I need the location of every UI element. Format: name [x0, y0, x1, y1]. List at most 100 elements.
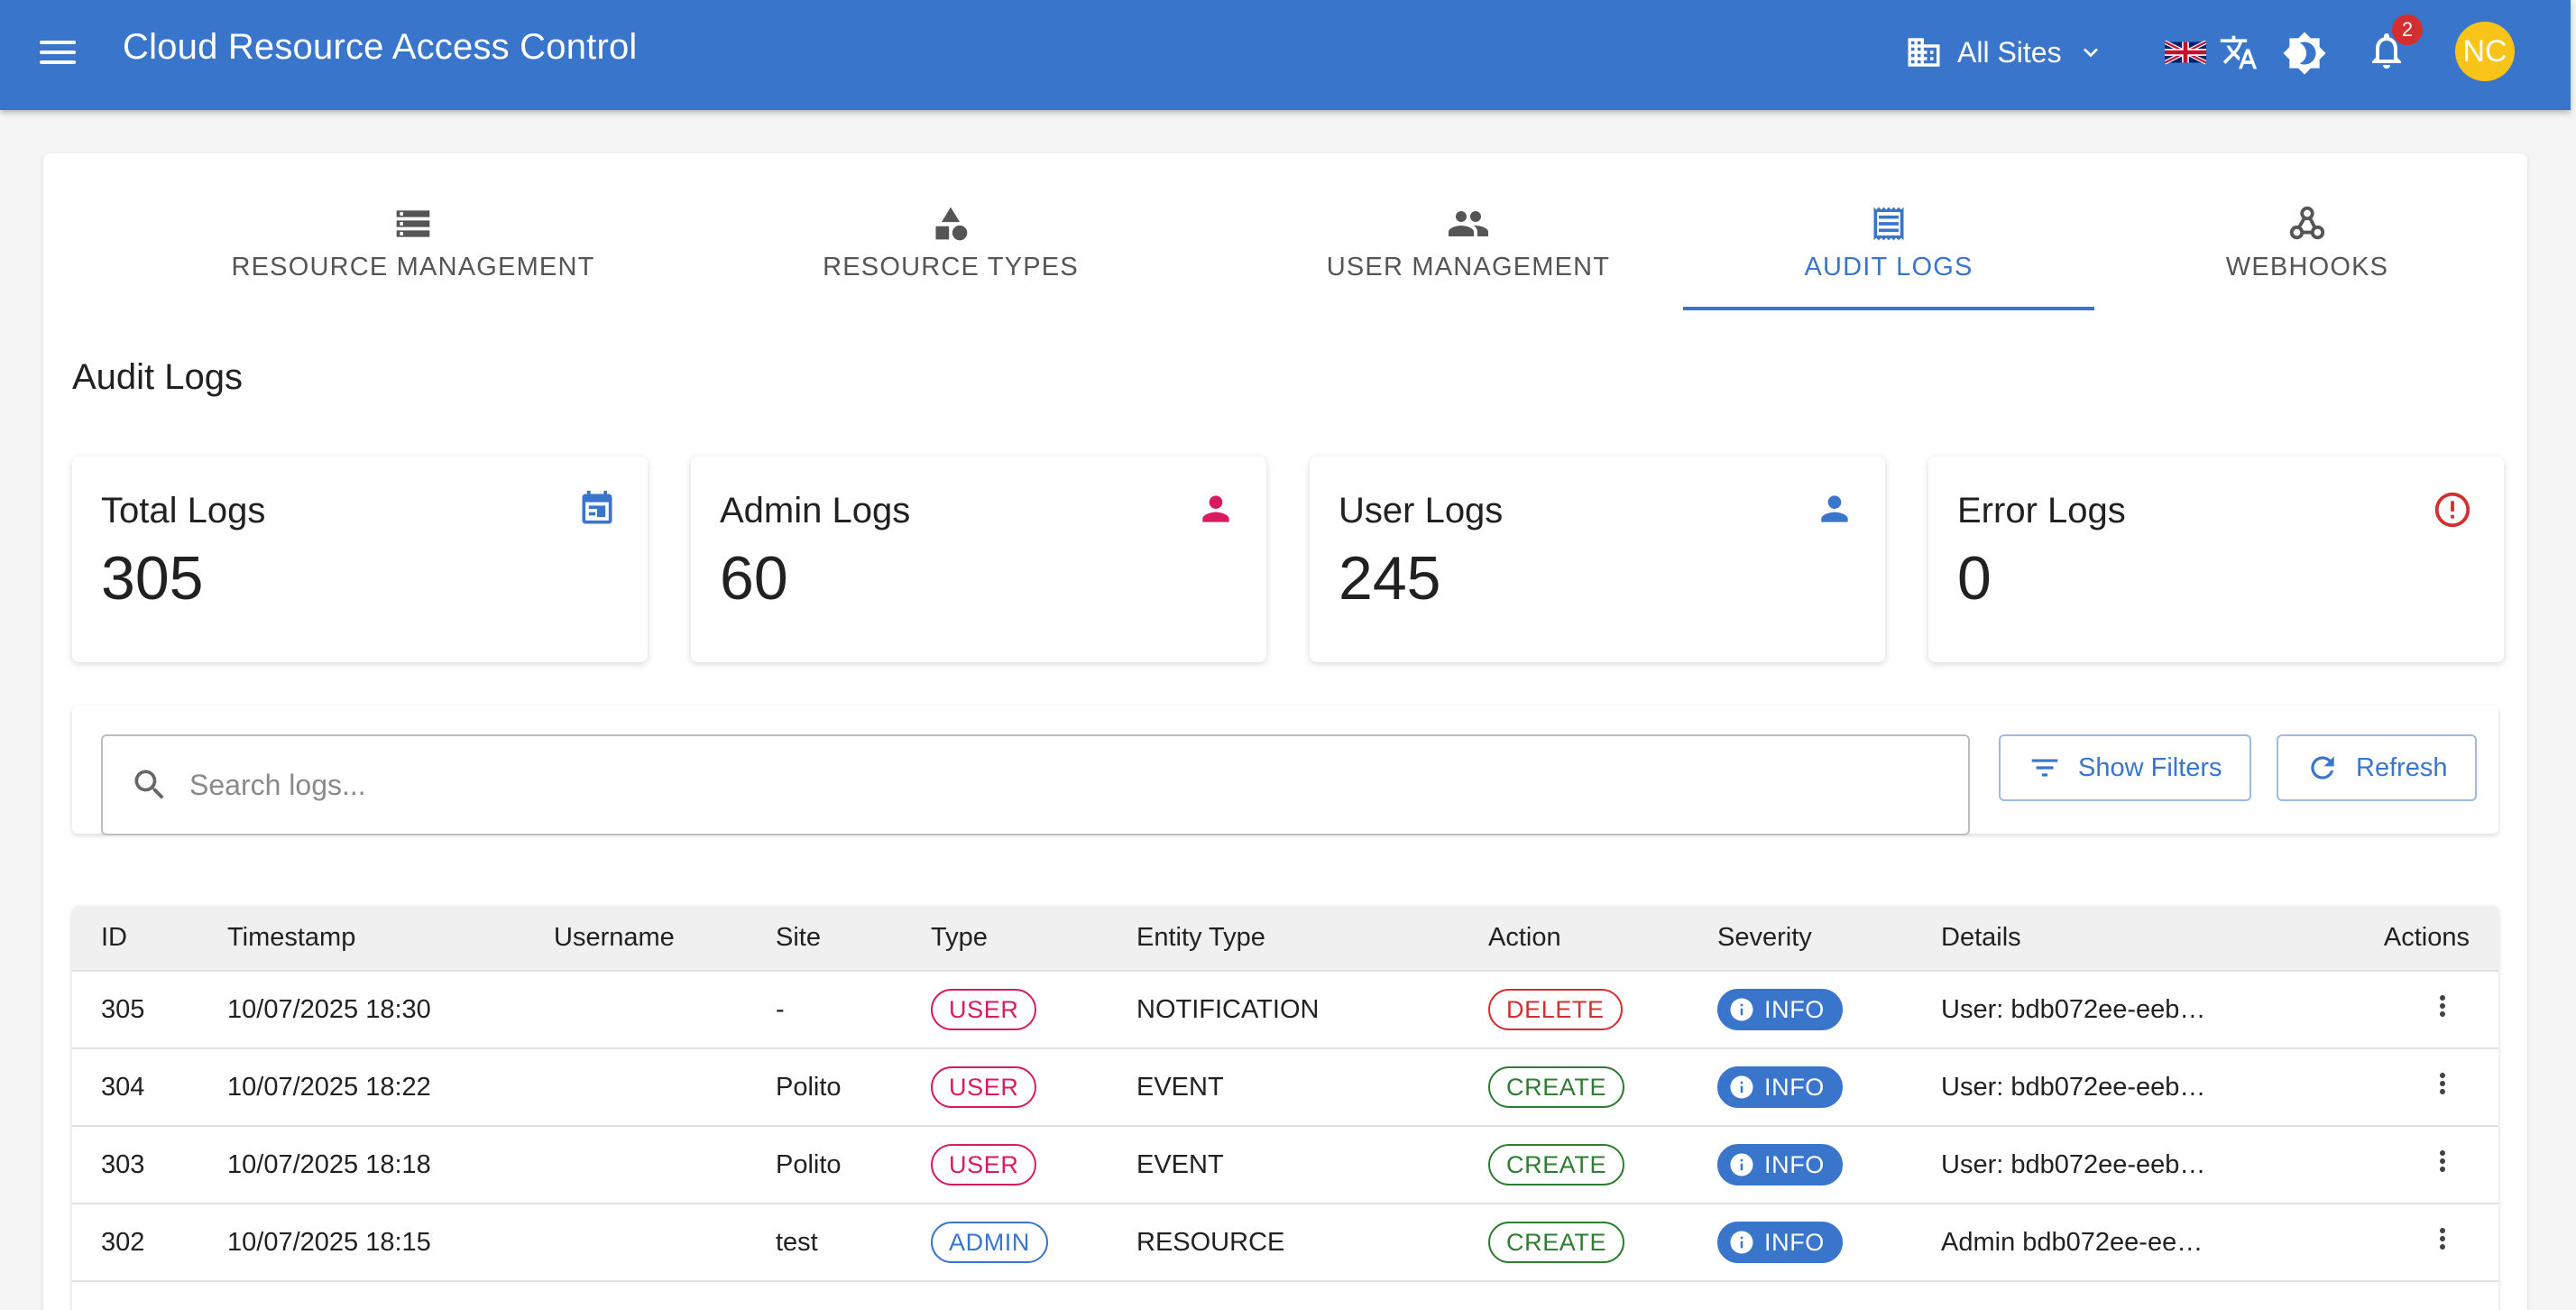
column-header-actions: Actions [2383, 923, 2470, 952]
brightness-icon[interactable] [2282, 31, 2327, 76]
cell-id: 305 [101, 994, 145, 1024]
search-input[interactable] [189, 768, 1903, 802]
action-chip: CREATE [1488, 1066, 1625, 1108]
stat-card-error-logs: Error Logs 0 [1928, 457, 2504, 662]
cell-details: User: bdb072ee-eeb… [1941, 1072, 2206, 1102]
column-header-timestamp[interactable]: Timestamp [198, 906, 525, 971]
tab-label: USER MANAGEMENT [1326, 253, 1611, 281]
cell-details: User: bdb072ee-eeb… [1941, 1149, 2206, 1179]
info-icon [1730, 1075, 1753, 1099]
page-title: Audit Logs [72, 357, 244, 397]
tab-audit-logs[interactable]: AUDIT LOGS [1683, 204, 2094, 282]
cell-timestamp: 10/07/2025 18:30 [227, 994, 431, 1024]
search-icon [134, 770, 164, 799]
filter-icon [2031, 759, 2058, 777]
cell-type: USER [902, 1048, 1108, 1126]
severity-chip: INFO [1717, 1066, 1843, 1108]
severity-label: INFO [1764, 995, 1825, 1023]
cell-site: Polito [776, 1149, 842, 1179]
refresh-label: Refresh [2356, 752, 2448, 782]
chevron-down-icon [2083, 48, 2098, 58]
uk-flag-icon[interactable] [2165, 40, 2206, 65]
action-chip: CREATE [1488, 1144, 1625, 1185]
table-row[interactable]: 303 10/07/2025 18:18 Polito USER EVENT C… [72, 1126, 2498, 1204]
cell-entity-type: EVENT [1136, 1072, 1224, 1102]
active-tab-indicator [1683, 307, 2094, 310]
column-header-site[interactable]: Site [747, 906, 902, 971]
stat-label: Error Logs [1957, 491, 2126, 530]
action-chip: CREATE [1488, 1222, 1625, 1263]
menu-icon[interactable] [38, 34, 78, 74]
cell-actions [2246, 1204, 2498, 1281]
cell-type: ADMIN [902, 1204, 1108, 1281]
app-title: Cloud Resource Access Control [123, 27, 638, 67]
more-vert-icon[interactable] [2426, 990, 2459, 1022]
cell-action: CREATE [1459, 1048, 1688, 1126]
cell-actions [2246, 971, 2498, 1048]
column-header-id[interactable]: ID [72, 906, 198, 971]
app-bar: Cloud Resource Access Control All Sites … [0, 0, 2571, 110]
audit-log-table: ID Timestamp Username Site Type Entity T… [72, 906, 2498, 1310]
cell-timestamp: 10/07/2025 18:15 [227, 1227, 431, 1257]
show-filters-button[interactable]: Show Filters [1999, 734, 2251, 801]
receipt-icon [1873, 207, 1904, 241]
severity-chip: INFO [1717, 1144, 1843, 1185]
search-panel: Show Filters Refresh [72, 706, 2498, 835]
tab-label: WEBHOOKS [2225, 253, 2389, 281]
cell-entity-type: RESOURCE [1136, 1227, 1285, 1257]
cell-action: CREATE [1459, 1126, 1688, 1204]
webhook-icon [2289, 206, 2325, 240]
avatar[interactable]: NC [2455, 22, 2515, 81]
column-header-type[interactable]: Type [902, 906, 1108, 971]
column-header-severity[interactable]: Severity [1688, 906, 1912, 971]
table-row-partial [72, 1281, 2498, 1310]
table-row[interactable]: 302 10/07/2025 18:15 test ADMIN RESOURCE… [72, 1204, 2498, 1281]
cell-severity: INFO [1688, 1048, 1912, 1126]
error-icon [2434, 492, 2470, 528]
info-icon [1730, 1231, 1753, 1254]
site-selector[interactable]: All Sites [1905, 27, 2105, 78]
cell-action: DELETE [1459, 971, 1688, 1048]
notifications-button[interactable]: 2 [2365, 14, 2423, 79]
type-chip: ADMIN [931, 1222, 1048, 1263]
stat-card-admin-logs: Admin Logs 60 [691, 457, 1266, 662]
site-selector-label: All Sites [1957, 35, 2062, 69]
cell-actions [2246, 1126, 2498, 1204]
person-icon [1821, 495, 1848, 522]
tab-webhooks[interactable]: WEBHOOKS [2145, 204, 2470, 282]
cell-actions [2246, 1048, 2498, 1126]
notification-badge: 2 [2392, 14, 2423, 45]
table-row[interactable]: 304 10/07/2025 18:22 Polito USER EVENT C… [72, 1048, 2498, 1126]
column-header-entity-type[interactable]: Entity Type [1108, 906, 1459, 971]
cell-action: CREATE [1459, 1204, 1688, 1281]
stat-value: 305 [101, 544, 204, 613]
category-icon [935, 207, 968, 241]
tab-user-management[interactable]: USER MANAGEMENT [1261, 204, 1676, 282]
search-field[interactable] [101, 734, 1970, 835]
cell-username [525, 1048, 747, 1126]
table-header-row: ID Timestamp Username Site Type Entity T… [72, 906, 2498, 971]
calendar-icon [582, 490, 612, 524]
tab-resource-types[interactable]: RESOURCE TYPES [752, 204, 1149, 282]
translate-icon[interactable] [2219, 32, 2259, 72]
refresh-button[interactable]: Refresh [2277, 734, 2477, 801]
stat-card-total-logs: Total Logs 305 [72, 457, 648, 662]
cell-type: USER [902, 971, 1108, 1048]
more-vert-icon[interactable] [2426, 1067, 2459, 1100]
tab-resource-management[interactable]: RESOURCE MANAGEMENT [197, 204, 630, 282]
severity-label: INFO [1764, 1073, 1825, 1101]
table-row[interactable]: 305 10/07/2025 18:30 - USER NOTIFICATION… [72, 971, 2498, 1048]
column-header-username[interactable]: Username [525, 906, 747, 971]
column-header-action[interactable]: Action [1459, 906, 1688, 971]
type-chip: USER [931, 1066, 1037, 1108]
more-vert-icon[interactable] [2426, 1145, 2459, 1177]
cell-severity: INFO [1688, 1126, 1912, 1204]
severity-chip: INFO [1717, 1222, 1843, 1263]
more-vert-icon[interactable] [2426, 1222, 2459, 1255]
cell-details: Admin bdb072ee-ee… [1941, 1227, 2203, 1257]
type-chip: USER [931, 1144, 1037, 1185]
stat-label: User Logs [1339, 491, 1504, 530]
severity-label: INFO [1764, 1150, 1825, 1178]
cell-entity-type: EVENT [1136, 1149, 1224, 1179]
column-header-details[interactable]: Details [1912, 906, 2246, 971]
